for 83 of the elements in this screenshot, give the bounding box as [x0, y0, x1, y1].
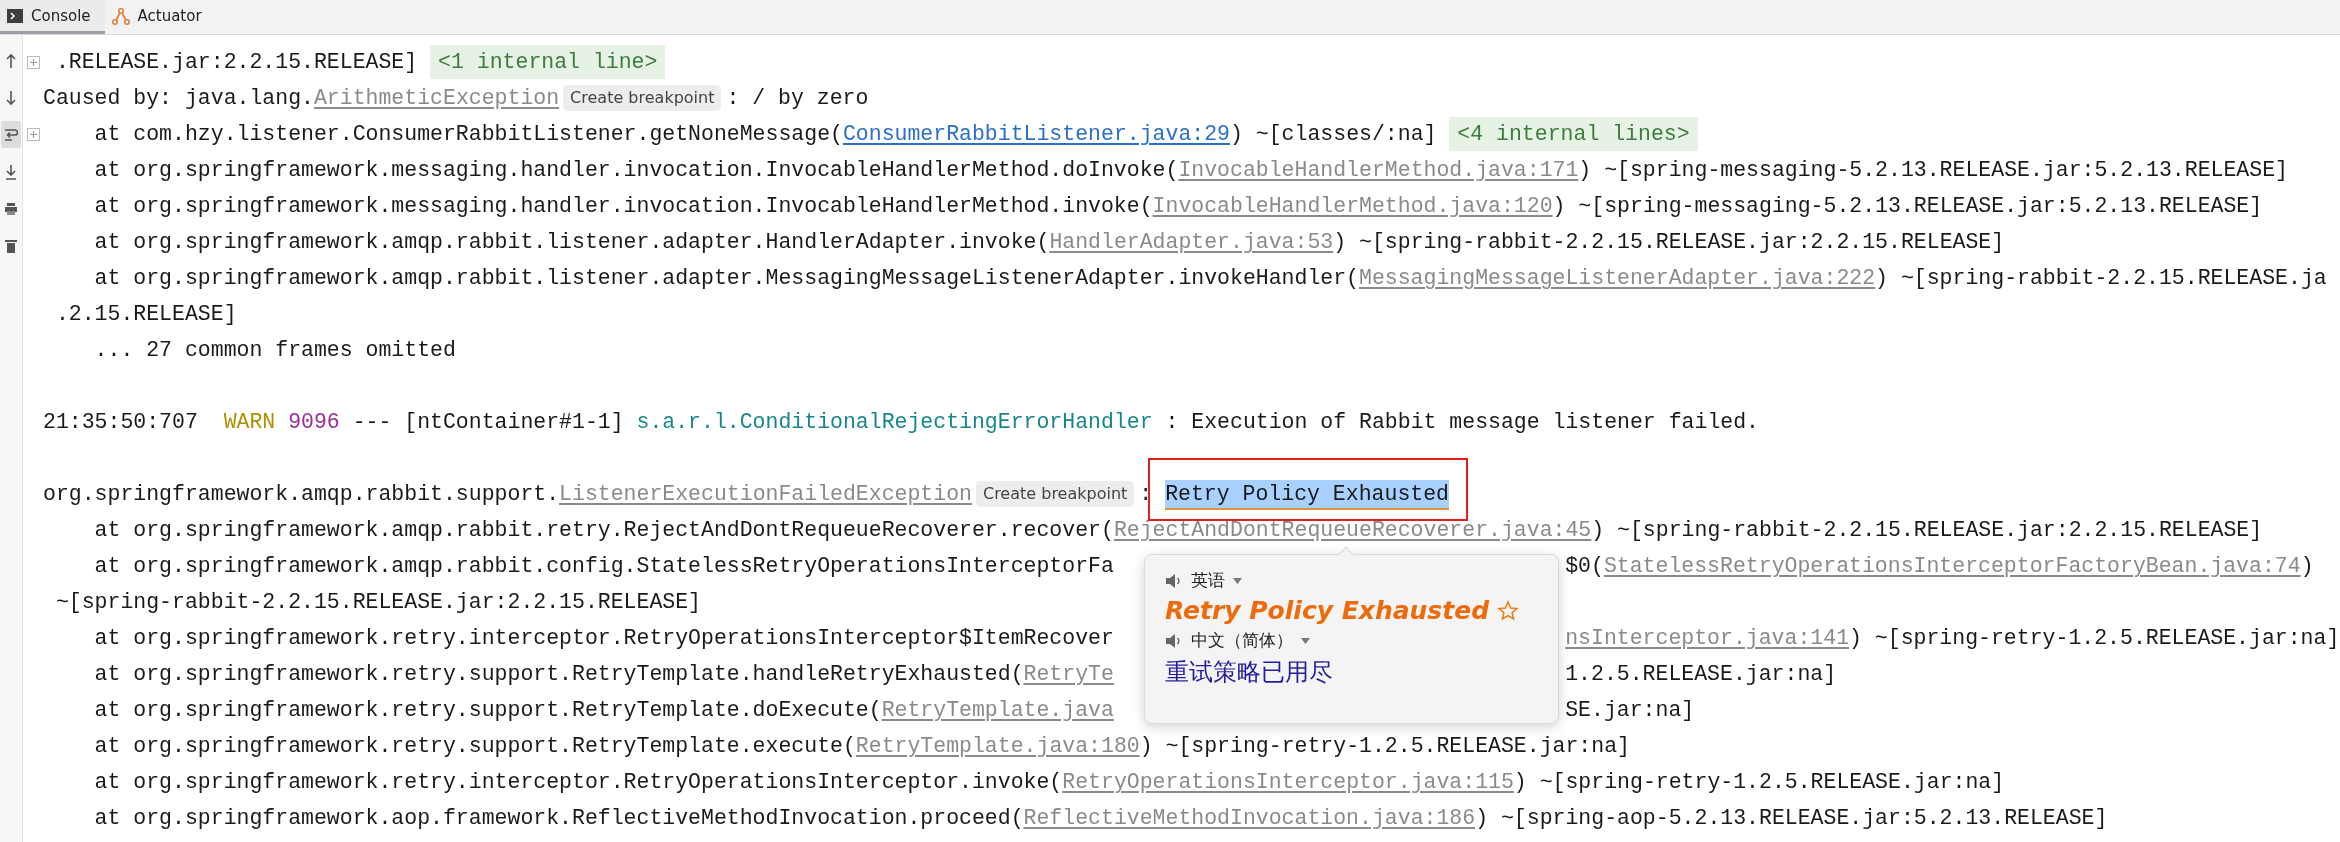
log-text: at org.springframework.messaging.handler.invocation.InvocableHandlerMethod.doInvoke( — [93, 157, 1179, 184]
log-text: ) ~[classes/:na] — [1230, 121, 1438, 148]
panel-tab[interactable]: Console — [0, 0, 105, 34]
toolbar-button[interactable] — [1, 121, 21, 148]
source-link[interactable]: MessagingMessageListenerAdapter.java:222 — [1359, 260, 1876, 296]
down-arrow-icon — [5, 89, 17, 106]
log-text: --- [ntContainer#1-1] — [351, 409, 625, 436]
log-text: SE.jar:na] — [1565, 697, 1695, 724]
source-link[interactable]: ConsumerRabbitListener.java:29 — [842, 116, 1230, 152]
log-text: ) ~[spring-messaging-5.2.13.RELEASE.jar:5.2.13.RELEASE] — [1578, 157, 2288, 184]
star-icon — [1497, 599, 1520, 622]
caret-icon — [1301, 637, 1310, 644]
logger-name: s.a.r.l.ConditionalRejectingErrorHandler — [636, 409, 1153, 436]
log-text: at org.springframework.retry.interceptor.RetryOperationsInterceptor.invoke( — [93, 769, 1063, 796]
log-text: : Execution of Rabbit message listener failed. — [1164, 409, 1759, 436]
source-link[interactable]: RejectAndDontRequeueRecoverer.java:45 — [1113, 512, 1592, 548]
log-text: at org.springframework.retry.interceptor.RetryOperationsInterceptor$ItemRecover — [93, 625, 1114, 652]
source-link[interactable]: HandlerAdapter.java:53 — [1049, 224, 1334, 260]
log-text: at org.springframework.amqp.rabbit.listener.adapter.HandlerAdapter.invoke( — [93, 229, 1050, 256]
log-text: org.springframework.amqp.rabbit.support. — [43, 481, 560, 508]
log-text: Caused by: java.lang. — [43, 85, 314, 112]
log-text: ) ~[spring-aop-5.2.13.RELEASE.jar:5.2.13.RELEASE] — [1475, 805, 2108, 832]
log-text: : — [1139, 481, 1154, 508]
log-text: 1.2.5.RELEASE.jar:na] — [1565, 661, 1837, 688]
source-link[interactable]: RetryTemplate.java — [881, 692, 1114, 728]
log-text: at org.springframework.aop.framework.ReflectiveMethodInvocation.proceed( — [93, 805, 1024, 832]
log-text: ) ~[spring-messaging-5.2.13.RELEASE.jar:5.2.13.RELEASE] — [1552, 193, 2263, 220]
process-id: 9096 — [288, 409, 340, 436]
source-link[interactable]: RetryTemplate.java:180 — [855, 728, 1140, 764]
source-link[interactable]: RetryOperationsInterceptor.java:115 — [1062, 764, 1514, 800]
log-text: at org.springframework.retry.support.RetryTemplate.doExecute( — [93, 697, 882, 724]
wrap-icon — [4, 127, 18, 142]
expand-icon — [26, 127, 40, 141]
log-text: ~[spring-rabbit-2.2.15.RELEASE.jar:2.2.15.RELEASE] — [54, 589, 701, 616]
log-text: ) ~[spring-retry-1.2.5.RELEASE.jar:na] — [1849, 625, 2340, 652]
trash-icon — [5, 238, 17, 253]
up-arrow-icon — [5, 52, 17, 69]
language-selector[interactable]: 中文（简体） — [1191, 629, 1293, 652]
source-link[interactable]: ListenerExecutionFailedException — [559, 476, 972, 512]
log-level: WARN — [223, 409, 276, 436]
source-link[interactable]: nsInterceptor.java:141 — [1565, 620, 1850, 656]
folded-lines-badge[interactable]: <1 internal line> — [430, 45, 666, 79]
log-text: .RELEASE.jar:2.2.15.RELEASE] — [54, 49, 419, 76]
log-text: ) ~[spring-retry-1.2.5.RELEASE.jar:na] — [1139, 733, 1630, 760]
folded-lines-badge[interactable]: <4 internal lines> — [1449, 117, 1698, 151]
nodes-icon — [110, 6, 131, 25]
log-text: ) — [2300, 553, 2314, 580]
log-text: at org.springframework.messaging.handler.invocation.InvocableHandlerMethod.invoke( — [93, 193, 1153, 220]
print-icon — [4, 201, 18, 216]
log-text: $0( — [1565, 553, 1604, 580]
tab-label: Console — [31, 6, 91, 25]
language-selector[interactable]: 英语 — [1191, 569, 1225, 592]
log-text: : / by zero — [726, 85, 869, 112]
log-text: ) ~[spring-retry-1.2.5.RELEASE.jar:na] — [1513, 769, 2005, 796]
source-link[interactable]: ArithmeticException — [313, 80, 560, 116]
log-text: at org.springframework.retry.support.RetryTemplate.handleRetryExhausted( — [93, 661, 1024, 688]
log-text: at org.springframework.amqp.rabbit.retry.RejectAndDontRequeueRecoverer.recover( — [93, 517, 1114, 544]
log-text: ) ~[spring-rabbit-2.2.15.RELEASE.ja — [1875, 265, 2327, 292]
expand-icon — [26, 55, 40, 69]
log-text: ... 27 common frames omitted — [93, 337, 456, 364]
caret-icon — [1233, 577, 1242, 584]
source-phrase: Retry Policy Exhausted — [1165, 596, 1490, 625]
create-breakpoint-hint[interactable]: Create breakpoint — [563, 85, 722, 111]
log-text: ) ~[spring-rabbit-2.2.15.RELEASE.jar:2.2.15.RELEASE] — [1591, 517, 2263, 544]
source-link[interactable]: ReflectiveMethodInvocation.java:186 — [1023, 800, 1476, 836]
source-link[interactable]: InvocableHandlerMethod.java:171 — [1178, 152, 1579, 188]
selected-text: Retry Policy Exhausted — [1165, 480, 1449, 510]
log-text: at org.springframework.amqp.rabbit.listener.adapter.MessagingMessageListenerAdapter.invokeHandler( — [93, 265, 1359, 292]
log-text: .2.15.RELEASE] — [54, 301, 237, 328]
log-text: at org.springframework.retry.support.RetryTemplate.execute( — [93, 733, 856, 760]
scroll-to-end-icon — [5, 163, 17, 180]
source-link[interactable]: StatelessRetryOperationsInterceptorFactoryBean.java:74 — [1603, 548, 2301, 584]
panel-tab[interactable]: Actuator — [104, 0, 216, 34]
terminal-icon — [6, 7, 24, 24]
tab-label: Actuator — [137, 6, 202, 25]
log-text: at com.hzy.listener.ConsumerRabbitListener.getNoneMessage( — [93, 121, 843, 148]
log-text: ) ~[spring-rabbit-2.2.15.RELEASE.jar:2.2.15.RELEASE] — [1333, 229, 2005, 256]
translated-phrase: 重试策略已用尽 — [1165, 657, 1333, 688]
log-text: at org.springframework.amqp.rabbit.config.StatelessRetryOperationsInterceptorFa — [93, 553, 1114, 580]
log-text: 21:35:50:707 — [43, 409, 199, 436]
source-link[interactable]: RetryTe — [1023, 656, 1114, 692]
create-breakpoint-hint[interactable]: Create breakpoint — [975, 481, 1135, 507]
source-link[interactable]: InvocableHandlerMethod.java:120 — [1152, 188, 1553, 224]
